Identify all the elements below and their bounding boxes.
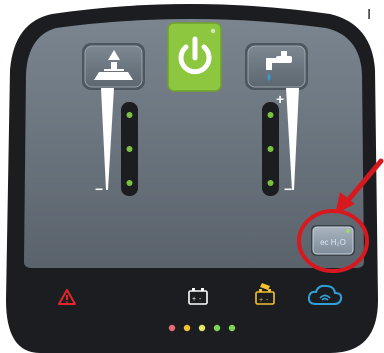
left-gauge-plus: + <box>104 91 112 107</box>
battery-dot <box>213 324 221 332</box>
battery-dot <box>198 324 206 332</box>
right-gauge-led <box>267 112 274 118</box>
ec-h2o-label: ec H2O <box>319 318 320 319</box>
right-gauge-led <box>267 180 274 186</box>
left-gauge-led <box>126 146 133 152</box>
solution-flow-hit-area[interactable] <box>245 43 308 90</box>
left-gauge-minus: − <box>95 181 103 197</box>
brush-pressure-hit-area[interactable] <box>82 43 145 90</box>
control-panel: + − + − ec H₂O + - + - I <box>0 0 384 353</box>
battery-dot <box>183 324 191 332</box>
svg-text:+: + <box>259 297 263 304</box>
battery-dot <box>228 324 236 332</box>
right-gauge-led <box>267 146 274 152</box>
right-gauge-plus: + <box>276 91 284 107</box>
left-gauge-led <box>126 180 133 186</box>
svg-text:+: + <box>192 296 196 303</box>
battery-dot <box>168 324 176 332</box>
ec-h2o-hit-area[interactable] <box>311 225 355 256</box>
corner-mark: I <box>367 6 372 23</box>
power-hit-area[interactable] <box>168 23 221 91</box>
right-gauge-minus: − <box>284 181 292 197</box>
left-gauge-led <box>126 112 133 118</box>
